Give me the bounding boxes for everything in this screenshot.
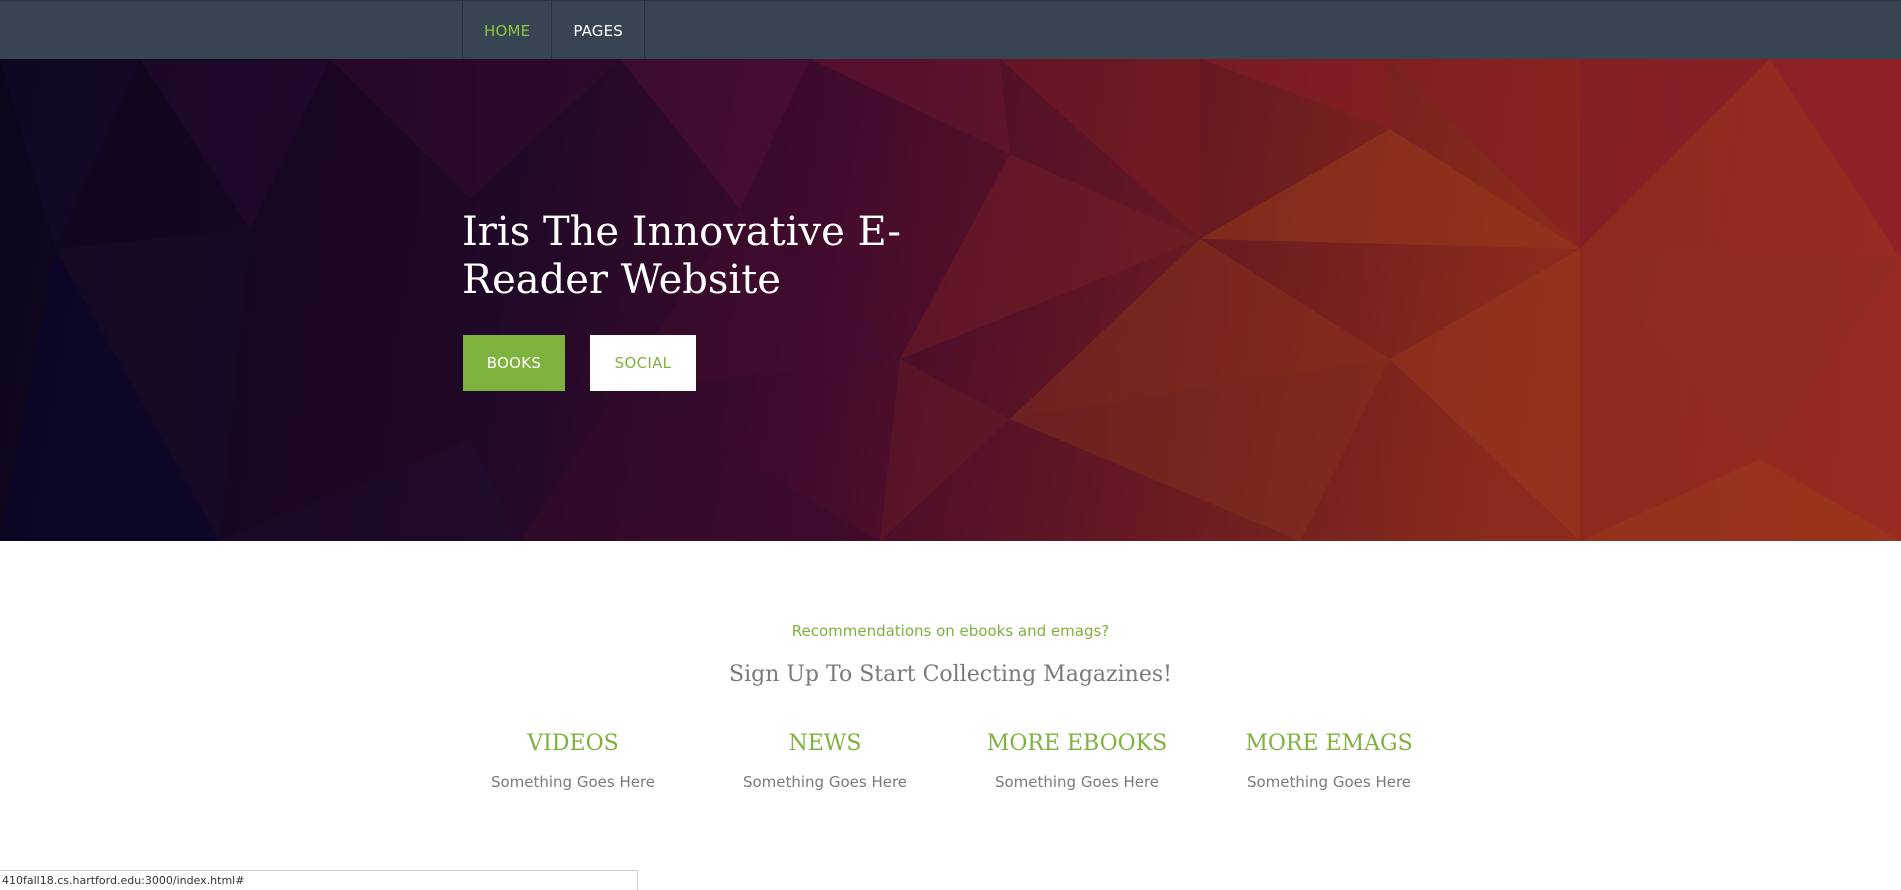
- nav-item-home[interactable]: HOME: [463, 1, 553, 60]
- feature-text: Something Goes Here: [1246, 773, 1412, 791]
- books-button[interactable]: BOOKS: [463, 335, 565, 391]
- top-navbar: HOME PAGES: [0, 0, 1901, 60]
- recommendations-link[interactable]: Recommendations on ebooks and emags?: [0, 622, 1901, 640]
- features-row: VIDEOS Something Goes Here NEWS Somethin…: [463, 730, 1463, 810]
- feature-videos: VIDEOS Something Goes Here: [463, 730, 683, 791]
- feature-text: Something Goes Here: [490, 773, 656, 791]
- feature-text: Something Goes Here: [742, 773, 908, 791]
- nav-menu: HOME PAGES: [462, 1, 646, 60]
- hero-banner: Iris The Innovative E-Reader Website BOO…: [0, 59, 1901, 541]
- feature-title-videos[interactable]: VIDEOS: [463, 730, 683, 758]
- social-button[interactable]: SOCIAL: [590, 335, 696, 391]
- nav-item-pages[interactable]: PAGES: [552, 1, 646, 60]
- hero-title: Iris The Innovative E-Reader Website: [462, 209, 901, 303]
- feature-title-more-ebooks[interactable]: MORE EBOOKS: [967, 730, 1187, 758]
- feature-news: NEWS Something Goes Here: [715, 730, 935, 791]
- signup-heading: Sign Up To Start Collecting Magazines!: [729, 662, 1172, 687]
- feature-title-more-emags[interactable]: MORE EMAGS: [1219, 730, 1439, 758]
- hero-background-pattern: [0, 59, 1901, 541]
- feature-more-ebooks: MORE EBOOKS Something Goes Here: [967, 730, 1187, 791]
- feature-title-news[interactable]: NEWS: [715, 730, 935, 758]
- feature-more-emags: MORE EMAGS Something Goes Here: [1219, 730, 1439, 791]
- browser-status-url: 410fall18.cs.hartford.edu:3000/index.htm…: [0, 870, 638, 890]
- feature-text: Something Goes Here: [994, 773, 1160, 791]
